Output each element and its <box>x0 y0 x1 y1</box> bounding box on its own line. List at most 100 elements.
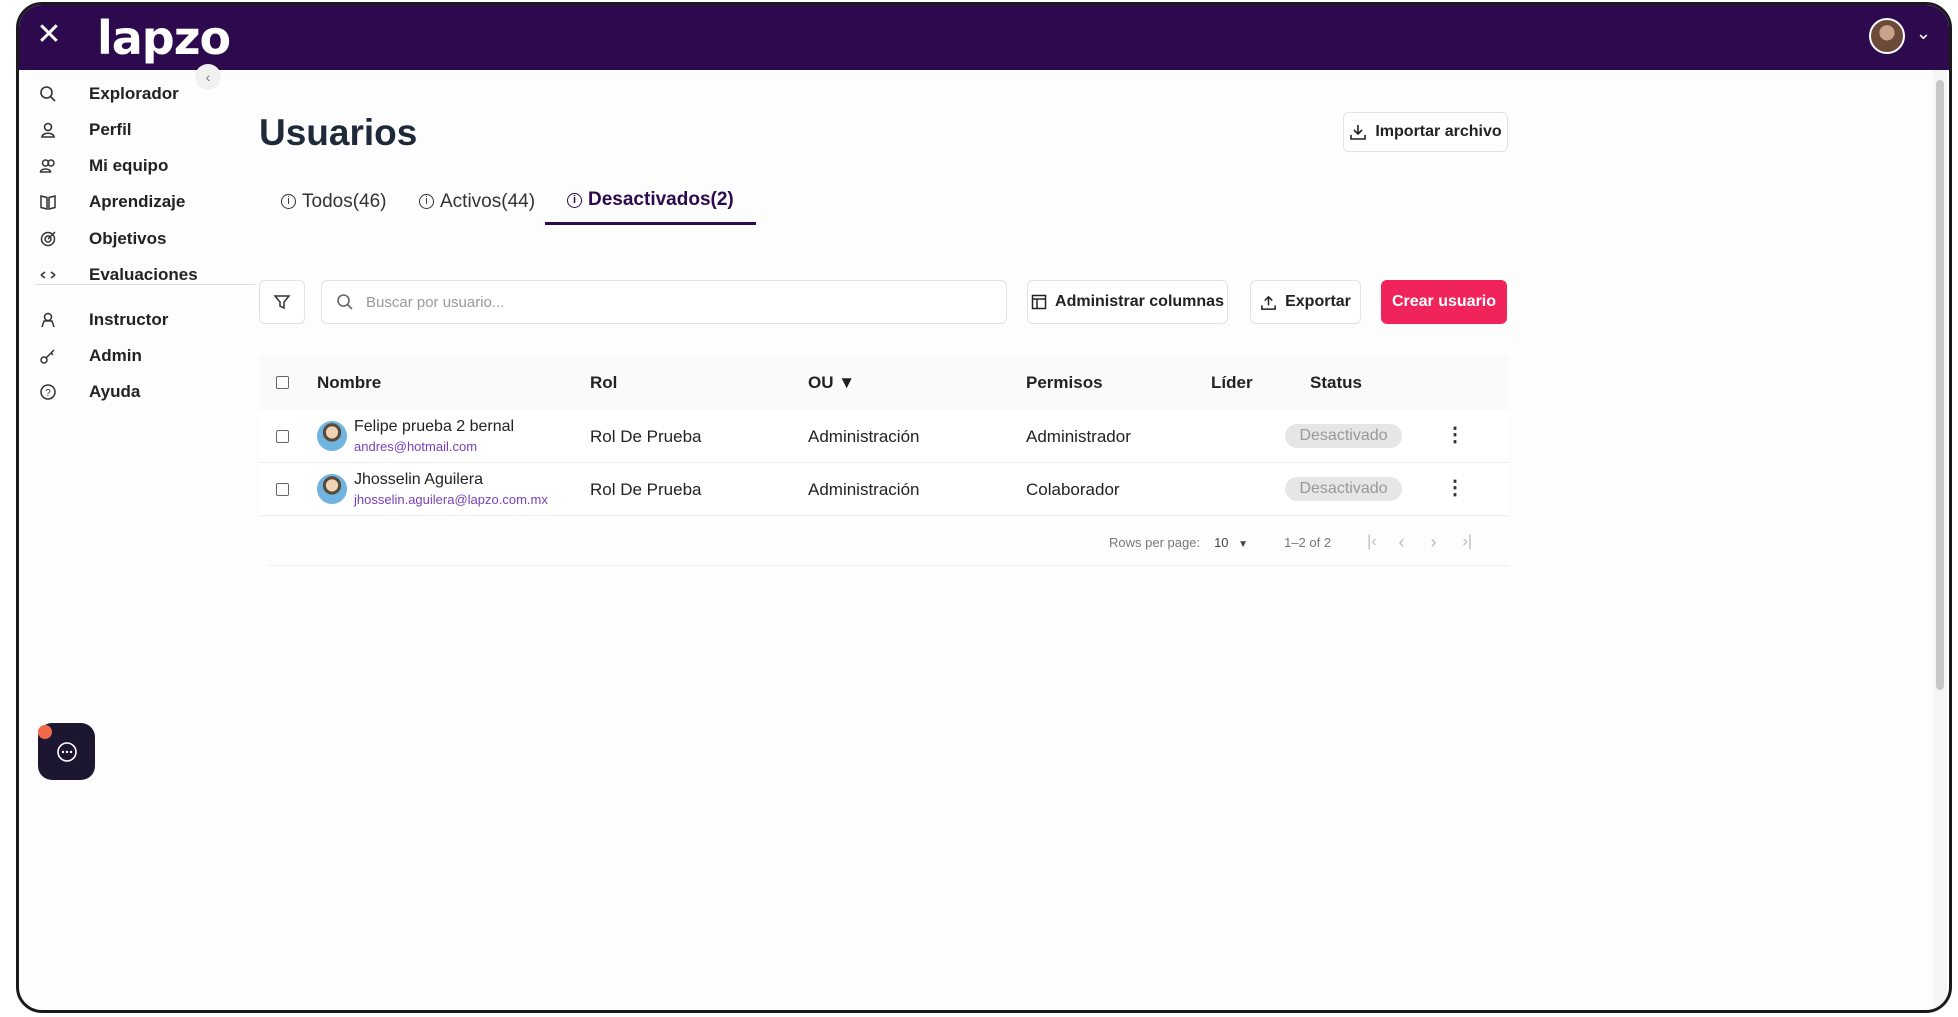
column-lider[interactable]: Líder <box>1211 373 1253 393</box>
info-icon: i <box>567 192 582 208</box>
rows-per-page-label: Rows per page: <box>1109 534 1201 550</box>
avatar <box>317 474 347 504</box>
sidebar-item-label: Objetivos <box>89 229 167 248</box>
filter-button[interactable] <box>259 280 305 324</box>
sidebar-item-instructor[interactable]: Instructor <box>19 300 249 340</box>
sidebar-item-label: Admin <box>89 346 142 365</box>
sidebar-item-label: Instructor <box>89 310 169 329</box>
import-file-label: Importar archivo <box>1375 123 1502 140</box>
first-page-icon[interactable]: |‹ <box>1367 533 1376 551</box>
sidebar-divider <box>35 284 255 285</box>
rows-per-page-select[interactable]: 10 ▼ <box>1214 535 1248 550</box>
column-rol[interactable]: Rol <box>590 373 617 393</box>
columns-icon <box>1031 294 1047 310</box>
search-input[interactable] <box>366 293 966 311</box>
notification-dot <box>38 725 52 739</box>
sidebar-item-perfil[interactable]: Perfil <box>19 110 249 150</box>
column-permisos[interactable]: Permisos <box>1026 373 1103 393</box>
sidebar-item-label: Mi equipo <box>89 156 169 175</box>
table-row[interactable]: Felipe prueba 2 bernal andres@hotmail.co… <box>259 410 1509 463</box>
last-page-icon[interactable]: ›| <box>1463 533 1472 551</box>
row-checkbox[interactable] <box>276 483 289 496</box>
import-file-button[interactable]: Importar archivo <box>1343 112 1508 152</box>
tab-label: Desactivados(2) <box>588 189 734 210</box>
user-email[interactable]: andres@hotmail.com <box>354 439 477 454</box>
column-status[interactable]: Status <box>1310 373 1362 393</box>
tab-desactivados[interactable]: i Desactivados(2) <box>545 178 756 225</box>
more-options-icon[interactable]: ⋮ <box>1445 475 1465 500</box>
more-options-icon[interactable]: ⋮ <box>1445 422 1465 447</box>
svg-text:?: ? <box>45 388 51 399</box>
lapzo-logo[interactable]: lapzo <box>97 11 231 65</box>
column-nombre[interactable]: Nombre <box>317 373 381 393</box>
close-icon[interactable]: ✕ <box>33 19 65 51</box>
vertical-scrollbar[interactable] <box>1933 70 1947 1010</box>
sidebar-item-label: Aprendizaje <box>89 192 186 211</box>
manage-columns-button[interactable]: Administrar columnas <box>1027 280 1228 324</box>
rows-per-page-value: 10 <box>1214 534 1229 550</box>
sidebar-item-label: Evaluaciones <box>89 265 198 284</box>
manage-columns-label: Administrar columnas <box>1055 293 1224 310</box>
cell-permisos: Administrador <box>1026 427 1131 446</box>
app-window: ✕ lapzo ⌄ Explorador ‹ Perfil Mi equipo <box>16 2 1952 1013</box>
search-icon <box>337 294 353 310</box>
sidebar-item-ayuda[interactable]: ? Ayuda <box>19 372 249 412</box>
sidebar-item-label: Ayuda <box>89 382 141 401</box>
user-avatar[interactable] <box>1869 18 1905 54</box>
sidebar-item-label: Explorador <box>89 84 179 103</box>
cell-ou: Administración <box>808 480 920 499</box>
sidebar-item-admin[interactable]: Admin <box>19 336 249 376</box>
cell-rol: Rol De Prueba <box>590 427 702 446</box>
download-icon <box>1350 125 1367 140</box>
top-bar: ✕ lapzo ⌄ <box>19 5 1949 70</box>
scrollbar-thumb[interactable] <box>1936 80 1944 690</box>
pagination: Rows per page: 10 ▼ 1–2 of 2 |‹ ‹ › ›| <box>1109 527 1509 557</box>
select-all-checkbox[interactable] <box>276 376 289 389</box>
sidebar-item-evaluaciones[interactable]: Evaluaciones <box>19 255 249 295</box>
target-icon <box>37 228 59 250</box>
evaluation-icon <box>37 264 59 286</box>
upload-icon <box>1261 295 1276 310</box>
info-icon: i <box>419 194 434 209</box>
tab-activos[interactable]: i Activos(44) <box>419 178 535 225</box>
export-label: Exportar <box>1285 293 1351 310</box>
tab-todos[interactable]: i Todos(46) <box>281 178 387 225</box>
table-row[interactable]: Jhosselin Aguilera jhosselin.aguilera@la… <box>259 463 1509 516</box>
instructor-icon <box>37 309 59 331</box>
avatar <box>317 421 347 451</box>
user-email[interactable]: jhosselin.aguilera@lapzo.com.mx <box>354 492 548 507</box>
row-checkbox[interactable] <box>276 430 289 443</box>
user-name: Felipe prueba 2 bernal <box>354 418 515 435</box>
cell-ou: Administración <box>808 427 920 446</box>
search-icon <box>37 83 59 105</box>
status-badge: Desactivado <box>1285 424 1402 448</box>
help-icon: ? <box>37 381 59 403</box>
info-icon: i <box>281 194 296 209</box>
pagination-range: 1–2 of 2 <box>1284 534 1332 550</box>
cell-rol: Rol De Prueba <box>590 480 702 499</box>
page-title: Usuarios <box>259 112 418 153</box>
sidebar-item-label: Perfil <box>89 120 132 139</box>
book-icon <box>37 191 59 213</box>
status-badge: Desactivado <box>1285 477 1402 501</box>
next-page-icon[interactable]: › <box>1431 532 1437 553</box>
collapse-sidebar-button[interactable]: ‹ <box>195 64 221 90</box>
create-user-button[interactable]: Crear usuario <box>1381 280 1507 324</box>
search-bar <box>321 280 1007 324</box>
tab-label: Todos(46) <box>302 190 387 212</box>
caret-down-icon: ▼ <box>1238 538 1249 550</box>
key-icon <box>37 345 59 367</box>
team-icon <box>37 155 59 177</box>
sidebar-item-mi-equipo[interactable]: Mi equipo <box>19 146 249 186</box>
prev-page-icon[interactable]: ‹ <box>1399 532 1405 553</box>
export-button[interactable]: Exportar <box>1250 280 1361 324</box>
chevron-down-icon[interactable]: ⌄ <box>1916 23 1931 44</box>
sidebar-item-aprendizaje[interactable]: Aprendizaje <box>19 182 249 222</box>
sidebar: Explorador ‹ Perfil Mi equipo Aprendizaj… <box>19 64 255 1010</box>
user-name: Jhosselin Aguilera <box>354 471 483 488</box>
sidebar-item-objetivos[interactable]: Objetivos <box>19 219 249 259</box>
column-ou[interactable]: OU ▼ <box>808 373 855 393</box>
user-icon <box>37 119 59 141</box>
main-content: Usuarios Importar archivo i Todos(46) i … <box>259 70 1949 1010</box>
table-footer-divider <box>269 565 1509 566</box>
